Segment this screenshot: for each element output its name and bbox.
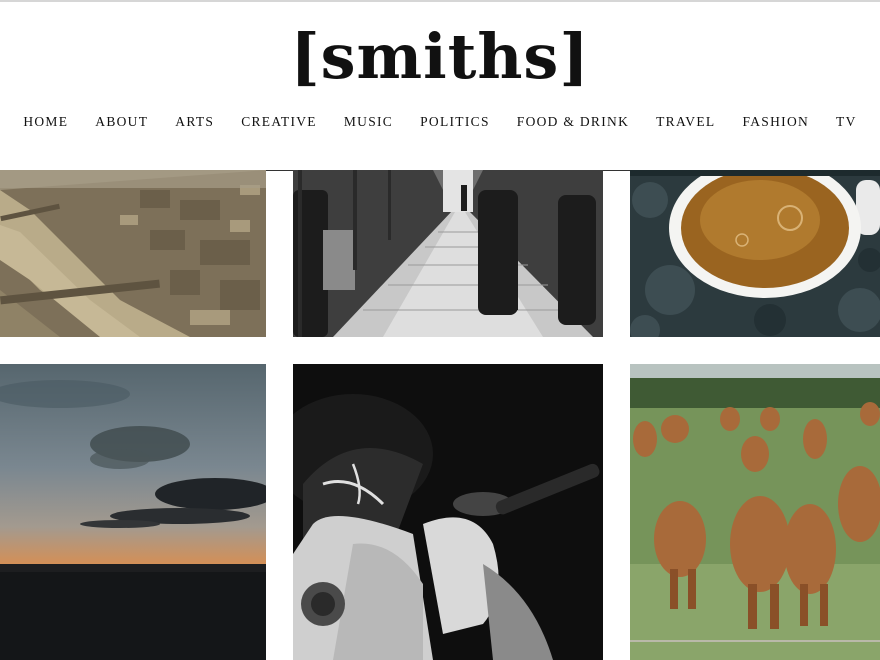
post-tile-arcade-walkway[interactable] — [293, 170, 603, 337]
site-header: [smiths] HOME ABOUT ARTS CREATIVE MUSIC … — [0, 2, 880, 171]
post-tile-smoker[interactable] — [293, 364, 603, 660]
nav-item-about[interactable]: ABOUT — [95, 114, 148, 130]
aerial-city-river-photo — [0, 170, 266, 337]
post-tile-cows-field[interactable] — [630, 364, 880, 660]
nav-item-politics[interactable]: POLITICS — [420, 114, 490, 130]
smoker-bw-photo — [293, 364, 603, 660]
sunset-sky-photo — [0, 364, 266, 660]
nav-item-tv[interactable]: TV — [836, 114, 857, 130]
tea-cup-photo — [630, 170, 880, 337]
post-tile-tea-cup[interactable] — [630, 170, 880, 337]
arcade-walkway-bw-photo — [293, 170, 603, 337]
post-tile-sunset-sky[interactable] — [0, 364, 266, 660]
nav-item-fashion[interactable]: FASHION — [742, 114, 809, 130]
site-logo[interactable]: [smiths] — [0, 20, 880, 94]
nav-item-creative[interactable]: CREATIVE — [241, 114, 317, 130]
post-grid — [0, 170, 880, 660]
nav-item-food-drink[interactable]: FOOD & DRINK — [517, 114, 629, 130]
nav-item-arts[interactable]: ARTS — [175, 114, 214, 130]
main-nav: HOME ABOUT ARTS CREATIVE MUSIC POLITICS … — [0, 114, 880, 130]
post-tile-aerial-city[interactable] — [0, 170, 266, 337]
cows-field-photo — [630, 364, 880, 660]
nav-item-music[interactable]: MUSIC — [344, 114, 393, 130]
nav-item-home[interactable]: HOME — [23, 114, 68, 130]
nav-item-travel[interactable]: TRAVEL — [656, 114, 715, 130]
